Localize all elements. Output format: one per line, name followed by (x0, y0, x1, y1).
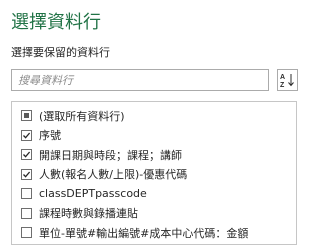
checkmark-icon (23, 171, 31, 178)
search-columns-input[interactable] (11, 69, 269, 91)
svg-text:A: A (280, 74, 285, 81)
checked-checkbox[interactable] (21, 129, 32, 141)
column-label: 單位-單號#輸出編號#成本中心代碼：金額 (39, 226, 249, 240)
column-label: 課程時數與錄播連貼 (39, 207, 138, 221)
checkmark-icon (23, 132, 31, 139)
column-label: 開課日期與時段；課程；講師 (39, 148, 182, 162)
column-item-serial[interactable]: 序號 (12, 126, 296, 146)
select-all-columns-item[interactable]: (選取所有資料行) (12, 106, 296, 126)
sort-button[interactable]: A Z (277, 69, 298, 91)
panel-title: 選擇資料行 (11, 12, 101, 33)
column-label: classDEPTpasscode (39, 187, 147, 201)
column-label: (選取所有資料行) (39, 109, 125, 123)
column-item-date-session[interactable]: 開課日期與時段；課程；講師 (12, 145, 296, 165)
column-item-classdeptpasscode[interactable]: classDEPTpasscode (12, 184, 296, 204)
search-row: A Z (11, 69, 298, 93)
unchecked-checkbox[interactable] (21, 207, 32, 219)
partial-checkbox[interactable] (21, 110, 32, 122)
panel-subtitle: 選擇要保留的資料行 (11, 46, 110, 59)
unchecked-checkbox[interactable] (21, 188, 32, 200)
checkmark-icon (23, 151, 31, 158)
svg-text:Z: Z (280, 82, 285, 89)
column-item-hours-recording[interactable]: 課程時數與錄播連貼 (12, 204, 296, 224)
sort-az-icon: A Z (280, 74, 294, 89)
column-item-enrollment[interactable]: 人數(報名人數/上限)-優惠代碼 (12, 165, 296, 185)
checked-checkbox[interactable] (21, 168, 32, 180)
column-list: (選取所有資料行) 序號開課日期與時段；課程；講師 人數(報名人數/上限)-優惠代碼… (11, 101, 297, 245)
column-item-unit-cost-center[interactable]: 單位-單號#輸出編號#成本中心代碼：金額 (12, 223, 296, 243)
choose-columns-panel: 選擇資料行 選擇要保留的資料行 A Z (選取所有資料行) 序號開課日期與時段；課… (0, 0, 306, 250)
column-label: 人數(報名人數/上限)-優惠代碼 (39, 168, 188, 182)
checked-checkbox[interactable] (21, 149, 32, 161)
unchecked-checkbox[interactable] (21, 227, 32, 239)
column-label: 序號 (39, 129, 61, 143)
